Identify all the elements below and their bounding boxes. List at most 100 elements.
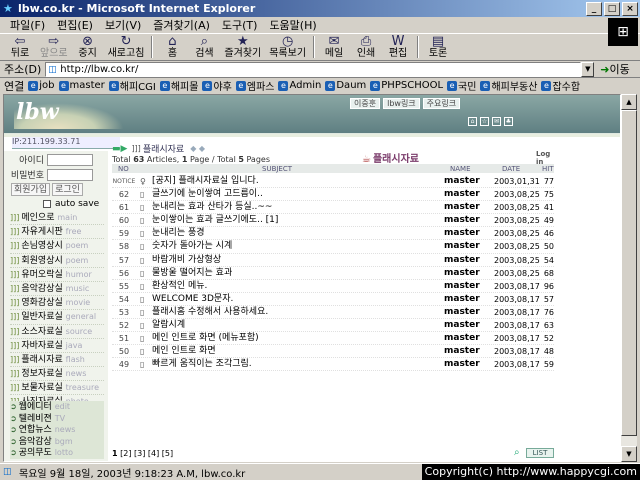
link-item[interactable]: e 해피CGI: [108, 78, 156, 93]
row-author[interactable]: master: [444, 214, 480, 227]
row-author[interactable]: master: [444, 345, 480, 358]
maximize-button[interactable]: □: [604, 2, 620, 16]
sidebar-extra-item[interactable]: ➲ 연합뉴스 news: [10, 424, 104, 436]
row-author[interactable]: master: [444, 240, 480, 253]
minimize-button[interactable]: _: [586, 2, 602, 16]
link-item[interactable]: e 잡수합: [541, 78, 580, 93]
sidebar-menu-item[interactable]: ]]] 영화감상실 movie: [10, 296, 104, 311]
link-item[interactable]: e Daum: [325, 80, 366, 91]
menu-favorites[interactable]: 즐겨찾기(A): [147, 17, 216, 33]
site-logo[interactable]: lbw: [16, 99, 59, 125]
row-author[interactable]: master: [444, 254, 480, 267]
sidebar-menu-item[interactable]: ]]] 유머오락실 humor: [10, 268, 104, 282]
sidebar-menu-item[interactable]: ]]] 음악감상실 music: [10, 282, 104, 297]
link-item[interactable]: e Admin: [278, 80, 321, 91]
row-subject-link[interactable]: 글쓰기에 눈이쌓여 고드름이..: [152, 188, 432, 201]
row-subject-link[interactable]: 빠르게 움직이는 조각그림.: [152, 358, 432, 371]
sidebar-menu-item[interactable]: ]]] 정보자료실 news: [10, 367, 104, 382]
link-item[interactable]: e job: [28, 80, 55, 91]
row-author[interactable]: master: [444, 306, 480, 319]
link-item[interactable]: e PHPSCHOOL: [370, 80, 443, 91]
history-button[interactable]: ◷ 목록보기: [265, 35, 310, 59]
home-button[interactable]: ⌂ 홈: [156, 35, 188, 59]
row-author[interactable]: master: [444, 358, 480, 371]
search-icon[interactable]: ⌕: [514, 447, 520, 458]
favorites-button[interactable]: ★ 즐겨찾기: [220, 35, 265, 59]
menu-file[interactable]: 파일(F): [4, 17, 51, 33]
sidebar-menu-item[interactable]: ]]] 소스자료실 source: [10, 325, 104, 339]
row-author[interactable]: master: [444, 267, 480, 280]
row-author[interactable]: master: [444, 280, 480, 293]
mail-button[interactable]: ✉ 메일: [318, 35, 350, 59]
heart-icon[interactable]: ♣: [504, 117, 513, 126]
top-nav-item[interactable]: 이중훈: [350, 98, 381, 109]
sidebar-menu-item[interactable]: ]]] 일반자료실 general: [10, 310, 104, 325]
row-subject-link[interactable]: 바람개비 가상형상: [152, 254, 432, 267]
address-input[interactable]: ◫ http://lbw.co.kr/: [45, 61, 582, 77]
sidebar-menu-item[interactable]: ]]] 플래시자료 flash: [10, 353, 104, 368]
row-author[interactable]: master: [444, 319, 480, 332]
scroll-down-button[interactable]: ▼: [621, 446, 637, 462]
sidebar-extra-item[interactable]: ➲ 공의무도 lotto: [10, 447, 104, 459]
link-item[interactable]: e 엠파스: [235, 78, 274, 93]
scroll-up-button[interactable]: ▲: [621, 94, 637, 110]
sidebar-menu-item[interactable]: ]]] 보물자료실 treasure: [10, 381, 104, 396]
menu-tools[interactable]: 도구(T): [216, 17, 264, 33]
refresh-button[interactable]: ↻ 새로고침: [104, 35, 149, 59]
discuss-button[interactable]: ▤ 토론: [422, 35, 454, 59]
autosave-checkbox[interactable]: [43, 200, 51, 208]
link-item[interactable]: e 해피몰: [159, 78, 198, 93]
link-item[interactable]: e 국민: [447, 78, 476, 93]
back-arrow-button[interactable]: ⇦ 뒤로: [4, 35, 36, 59]
row-subject-link[interactable]: 알람시계: [152, 319, 432, 332]
row-author[interactable]: master: [444, 175, 480, 188]
row-subject-link[interactable]: 눈이쌓이는 효과 글쓰기에도.. [1]: [152, 214, 432, 227]
sidebar-menu-item[interactable]: ]]] 회원영상시 poem: [10, 254, 104, 268]
top-nav-item[interactable]: lbw링크: [383, 98, 420, 109]
row-subject-link[interactable]: 물방울 떨어지는 효과: [152, 267, 432, 280]
row-author[interactable]: master: [444, 293, 480, 306]
vertical-scrollbar[interactable]: ▲ ▼: [621, 94, 637, 462]
menu-help[interactable]: 도움말(H): [263, 17, 322, 33]
password-input[interactable]: [47, 168, 93, 181]
row-subject-link[interactable]: WELCOME 3D문자.: [152, 293, 432, 306]
print-button[interactable]: ⎙ 인쇄: [350, 35, 382, 59]
mail-icon[interactable]: ✉: [492, 117, 501, 126]
row-author[interactable]: master: [444, 201, 480, 214]
link-item[interactable]: e 야후: [202, 78, 232, 93]
page-links[interactable]: [2] [3] [4] [5]: [120, 449, 173, 458]
bookmark-icon[interactable]: ☆: [480, 117, 489, 126]
go-button[interactable]: ➜이동: [600, 61, 629, 77]
login-button[interactable]: 로그인: [52, 183, 83, 196]
top-nav-item[interactable]: 주요링크: [422, 98, 461, 109]
row-author[interactable]: master: [444, 332, 480, 345]
join-button[interactable]: 회원가입: [11, 183, 51, 196]
scroll-thumb[interactable]: [621, 110, 637, 436]
row-subject-link[interactable]: 환상적인 메뉴.: [152, 280, 432, 293]
row-subject-link[interactable]: 메인 인트로 화면: [152, 345, 432, 358]
row-subject-link[interactable]: 메인 인트로 화면 (메뉴포함): [152, 332, 432, 345]
row-author[interactable]: master: [444, 188, 480, 201]
sidebar-menu-item[interactable]: ]]] 자바자료실 java: [10, 339, 104, 353]
row-subject-link[interactable]: 눈내리는 풍경: [152, 227, 432, 240]
menu-view[interactable]: 보기(V): [99, 17, 147, 33]
edit-button[interactable]: W 편집: [382, 35, 414, 59]
sidebar-extra-item[interactable]: ➲ 음악감상 bgm: [10, 436, 104, 448]
sidebar-extra-item[interactable]: ➲ 텔레비젼 TV: [10, 413, 104, 425]
sidebar-menu-item[interactable]: ]]] 자유게시판 free: [10, 225, 104, 240]
link-item[interactable]: e master: [58, 80, 105, 91]
menu-edit[interactable]: 편집(E): [51, 17, 99, 33]
forward-arrow-button[interactable]: ⇨ 앞으로: [36, 35, 72, 59]
list-button[interactable]: LIST: [526, 448, 554, 458]
row-subject-link[interactable]: 숫자가 돌아가는 시계: [152, 240, 432, 253]
link-item[interactable]: e 해피부동산: [480, 78, 537, 93]
sidebar-menu-item[interactable]: ]]] 손님영상시 poem: [10, 239, 104, 254]
row-subject-link[interactable]: 눈내리는 효과 산타가 등실..~~: [152, 201, 432, 214]
row-author[interactable]: master: [444, 227, 480, 240]
search-button[interactable]: ⌕ 검색: [188, 35, 220, 59]
address-dropdown[interactable]: ▼: [581, 61, 595, 77]
sidebar-menu-item[interactable]: ]]] 메인으로 main: [10, 211, 104, 226]
row-subject-link[interactable]: [공지] 플래시자료실 입니다.: [152, 175, 432, 188]
sidebar-extra-item[interactable]: ➲ 웹에디터 edit: [10, 401, 104, 413]
row-subject-link[interactable]: 플래시홈 수정해서 사용하세요.: [152, 306, 432, 319]
